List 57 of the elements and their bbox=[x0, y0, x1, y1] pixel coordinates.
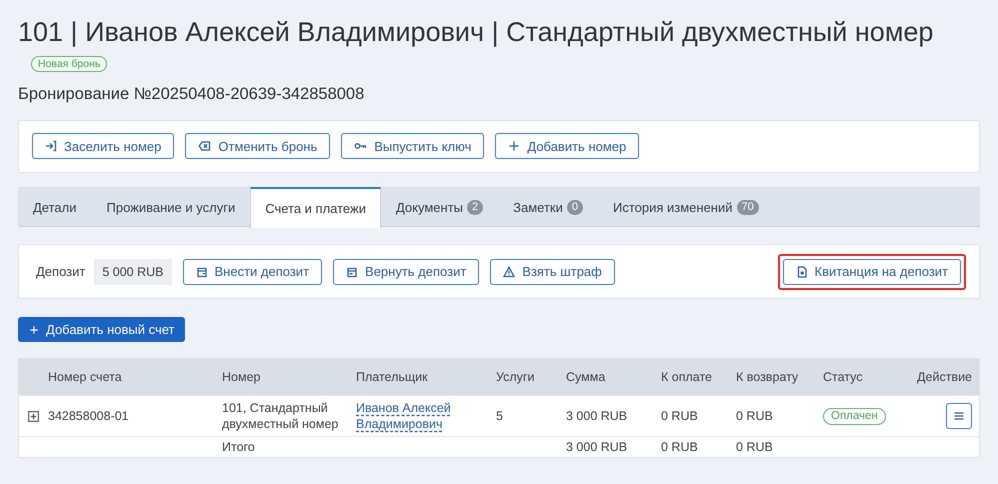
receipt-button[interactable]: Квитанция на депозит bbox=[782, 258, 961, 284]
deposit-button[interactable]: Взять штраф bbox=[490, 258, 615, 284]
count-badge: 70 bbox=[736, 200, 759, 214]
column-header: К возврату bbox=[736, 369, 800, 385]
column-header: Плательщик bbox=[356, 369, 429, 385]
document-icon bbox=[796, 266, 808, 278]
table-cell-text: 0 RUB bbox=[736, 408, 774, 424]
tab[interactable]: История изменений 70 bbox=[598, 187, 774, 227]
table-cell-text: 0 RUB bbox=[661, 408, 699, 424]
table-cell-text: 0 RUB bbox=[661, 439, 699, 455]
booking-number: Бронирование №20250408-20639-342858008 bbox=[18, 84, 366, 104]
column-header: Услуги bbox=[496, 369, 536, 385]
menu-button[interactable] bbox=[946, 403, 972, 429]
deposit-button[interactable]: Внести депозит bbox=[182, 258, 322, 284]
payer-link[interactable]: Иванов Алексей Владимирович bbox=[356, 400, 496, 432]
column-header: Номер счета bbox=[48, 369, 123, 385]
sign-in-icon bbox=[45, 140, 57, 152]
status-badge: Новая бронь bbox=[31, 56, 108, 72]
plus-icon bbox=[29, 324, 39, 334]
add-invoice-button[interactable]: Добавить новый счет bbox=[18, 317, 186, 342]
count-badge: 2 bbox=[467, 200, 484, 214]
column-header: Сумма bbox=[566, 369, 606, 385]
table-cell-text: 0 RUB bbox=[736, 439, 774, 455]
count-badge: 0 bbox=[566, 200, 583, 214]
action-button[interactable]: Добавить номер bbox=[495, 133, 640, 159]
tab-label: Заметки bbox=[513, 200, 563, 214]
table-cell-text: 3 000 RUB bbox=[566, 408, 628, 424]
key-icon bbox=[354, 140, 368, 152]
deposit-button[interactable]: Вернуть депозит bbox=[333, 258, 480, 284]
warning-icon bbox=[503, 266, 516, 278]
tab-label: История изменений bbox=[612, 200, 733, 214]
tab[interactable]: Проживание и услуги bbox=[92, 187, 250, 227]
expand-icon[interactable] bbox=[28, 410, 39, 422]
tab[interactable]: Документы 2 bbox=[380, 187, 498, 227]
table-cell-text: 101, Стандартный двухместный номер bbox=[222, 400, 340, 432]
table-cell-text: 342858008-01 bbox=[48, 408, 130, 424]
tab[interactable]: Заметки 0 bbox=[498, 187, 598, 227]
action-button[interactable]: Выпустить ключ bbox=[341, 133, 484, 159]
total-label: Итого bbox=[222, 439, 256, 455]
column-header: Действие bbox=[917, 369, 972, 385]
table-cell-text: 3 000 RUB bbox=[566, 439, 628, 455]
backspace-icon bbox=[198, 140, 212, 152]
page-title: 101 | Иванов Алексей Владимирович | Стандартный двухместный номер bbox=[18, 16, 934, 49]
deposit-label: Депозит bbox=[36, 264, 86, 279]
tab-label: Документы bbox=[396, 200, 463, 214]
plus-icon bbox=[508, 140, 520, 152]
column-header: К оплате bbox=[661, 369, 713, 385]
action-button[interactable]: Заселить номер bbox=[32, 133, 174, 159]
menu-icon bbox=[953, 410, 965, 422]
tab[interactable]: Детали bbox=[18, 187, 92, 227]
deposit-amount: 5 000 RUB bbox=[94, 258, 172, 284]
tab[interactable]: Счета и платежи bbox=[250, 187, 381, 228]
table-cell-text: 5 bbox=[496, 408, 504, 424]
column-header: Номер bbox=[222, 369, 262, 385]
column-header: Статус bbox=[823, 369, 864, 385]
status-badge: Оплачен bbox=[823, 408, 886, 424]
action-button[interactable]: Отменить бронь bbox=[185, 133, 330, 159]
